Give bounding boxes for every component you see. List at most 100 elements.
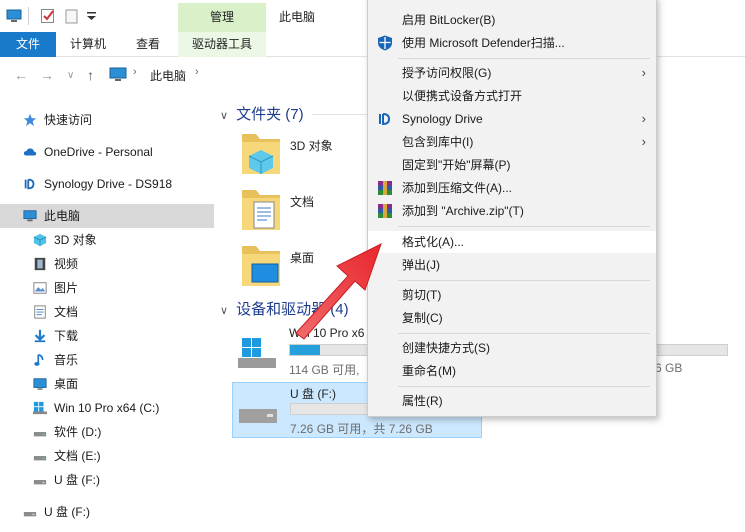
up-arrow-icon[interactable]: ↑ [87,67,94,83]
menu-item-partial [368,0,656,2]
sidebar-item-downloads[interactable]: 下载 [32,324,78,348]
properties-check-icon[interactable] [40,8,56,24]
sidebar-item-drive-f[interactable]: U 盘 (F:) [32,468,100,492]
download-icon [34,329,46,342]
sidebar-item-pictures[interactable]: 图片 [32,276,78,300]
quick-access-dropdown-icon[interactable] [84,8,100,24]
folder-3d-objects-icon [242,134,280,174]
sidebar-item-drive-c[interactable]: Win 10 Pro x64 (C:) [32,396,159,420]
drive-name: Win 10 Pro x6 [289,326,365,340]
folder-documents[interactable]: 文档 [240,186,360,236]
menu-item-label: 添加到压缩文件(A)... [402,181,512,195]
devices-group-header[interactable]: ∨ 设备和驱动器 (4) [220,298,349,319]
chevron-down-icon[interactable]: ∨ [220,304,228,317]
menu-item-pin-start[interactable]: 固定到"开始"屏幕(P) [368,154,656,176]
desktop-icon [33,378,47,390]
sidebar-item-label: U 盘 (F:) [44,505,90,519]
folder-3d-objects[interactable]: 3D 对象 [240,130,360,180]
sidebar-item-quick-access[interactable]: 快速访问 [22,108,92,132]
computer-icon[interactable] [6,8,22,24]
sidebar-item-drive-d[interactable]: 软件 (D:) [32,420,101,444]
sidebar-item-3d-objects[interactable]: 3D 对象 [32,228,97,252]
menu-item-eject[interactable]: 弹出(J) [368,254,656,276]
sidebar-item-label: 3D 对象 [54,233,97,247]
menu-item-label: 属性(R) [402,394,443,408]
group-header-label: 设备和驱动器 (4) [236,301,349,318]
drive-c-tile[interactable]: Win 10 Pro x6 114 GB 可用, [232,324,372,378]
menu-item-include-library[interactable]: 包含到库中(I) › [368,131,656,153]
usb-drive-icon [33,479,47,485]
context-menu: 启用 BitLocker(B) 使用 Microsoft Defender扫描.… [367,0,657,417]
menu-item-properties[interactable]: 属性(R) [368,390,656,412]
sidebar-item-label: Synology Drive - DS918 [44,177,173,191]
sidebar-item-drive-e[interactable]: 文档 (E:) [32,444,101,468]
sidebar-item-label: 此电脑 [44,209,81,223]
menu-item-format[interactable]: 格式化(A)... [368,231,656,253]
menu-item-copy[interactable]: 复制(C) [368,307,656,329]
sidebar-item-label: OneDrive - Personal [44,145,153,159]
forward-arrow-icon[interactable]: → [40,67,54,83]
back-arrow-icon[interactable]: ← [14,67,28,83]
breadcrumb-chevron-icon[interactable]: › [133,66,137,78]
sidebar-item-documents[interactable]: 文档 [32,300,78,324]
menu-item-grant-access[interactable]: 授予访问权限(G) › [368,62,656,84]
drive-name: U 盘 (F:) [290,387,336,401]
cloud-icon [23,148,37,156]
sidebar-item-label: 软件 (D:) [54,425,102,439]
menu-item-open-portable[interactable]: 以便携式设备方式打开 [368,85,656,107]
usb-drive-icon [239,409,277,423]
menu-item-label: 重命名(M) [402,364,456,378]
menu-item-cut[interactable]: 剪切(T) [368,284,656,306]
menu-item-add-zip[interactable]: 添加到 "Archive.zip"(T) [368,200,656,222]
film-icon [34,257,46,270]
sidebar-item-music[interactable]: 音乐 [32,348,78,372]
sidebar-item-label: 音乐 [54,353,79,367]
sidebar-item-synology-drive[interactable]: Synology Drive - DS918 [22,172,172,196]
winrar-icon [378,181,392,195]
tab-file[interactable]: 文件 [0,32,56,57]
winrar-icon [378,204,392,218]
menu-item-label: 弹出(J) [402,258,440,272]
sidebar-item-usb-f[interactable]: U 盘 (F:) [22,500,90,524]
menu-item-label: Synology Drive [402,112,483,126]
menu-item-label: 固定到"开始"屏幕(P) [402,158,511,172]
sidebar-item-videos[interactable]: 视频 [32,252,78,276]
drive-free-space: 114 GB 可用, [289,363,360,377]
menu-item-add-archive[interactable]: 添加到压缩文件(A)... [368,177,656,199]
group-header-label: 文件夹 (7) [236,106,304,123]
sidebar-item-label: 文档 [54,305,79,319]
document-icon [34,305,46,319]
sidebar-item-label: U 盘 (F:) [54,473,100,487]
chevron-down-icon[interactable]: ∨ [220,109,228,122]
menu-item-label: 添加到 "Archive.zip"(T) [402,204,524,218]
menu-item-label: 使用 Microsoft Defender扫描... [402,36,565,50]
tab-computer[interactable]: 计算机 [70,32,106,57]
folder-label: 文档 [290,195,315,209]
menu-item-synology-drive[interactable]: Synology Drive › [368,108,656,130]
sidebar-item-this-pc[interactable]: 此电脑 [0,204,214,228]
folder-label: 3D 对象 [290,139,333,153]
submenu-arrow-icon: › [641,134,646,149]
menu-item-label: 以便携式设备方式打开 [402,89,523,103]
breadcrumb[interactable]: 此电脑 [150,67,186,84]
defender-shield-icon [378,35,392,51]
drive-free-space-tail: 6 GB [655,361,683,375]
sidebar-item-label: 文档 (E:) [54,449,101,463]
tab-drive-tools[interactable]: 驱动器工具 [178,32,266,57]
menu-item-defender-scan[interactable]: 使用 Microsoft Defender扫描... [368,32,656,54]
folders-group-header[interactable]: ∨ 文件夹 (7) [220,103,304,124]
menu-item-label: 格式化(A)... [402,235,464,249]
breadcrumb-chevron-icon[interactable]: › [195,66,199,78]
tab-view[interactable]: 查看 [136,32,160,57]
menu-item-create-shortcut[interactable]: 创建快捷方式(S) [368,337,656,359]
sidebar-item-onedrive[interactable]: OneDrive - Personal [22,140,153,164]
sidebar-item-desktop[interactable]: 桌面 [32,372,78,396]
recent-locations-chevron-icon[interactable]: ∨ [67,70,74,81]
windows-drive-icon [33,401,47,414]
new-folder-icon[interactable] [64,8,80,24]
folder-desktop[interactable]: 桌面 [240,242,360,292]
submenu-arrow-icon: › [641,65,646,80]
menu-item-bitlocker[interactable]: 启用 BitLocker(B) [368,9,656,31]
menu-item-rename[interactable]: 重命名(M) [368,360,656,382]
manage-tab[interactable]: 管理 [178,3,266,32]
